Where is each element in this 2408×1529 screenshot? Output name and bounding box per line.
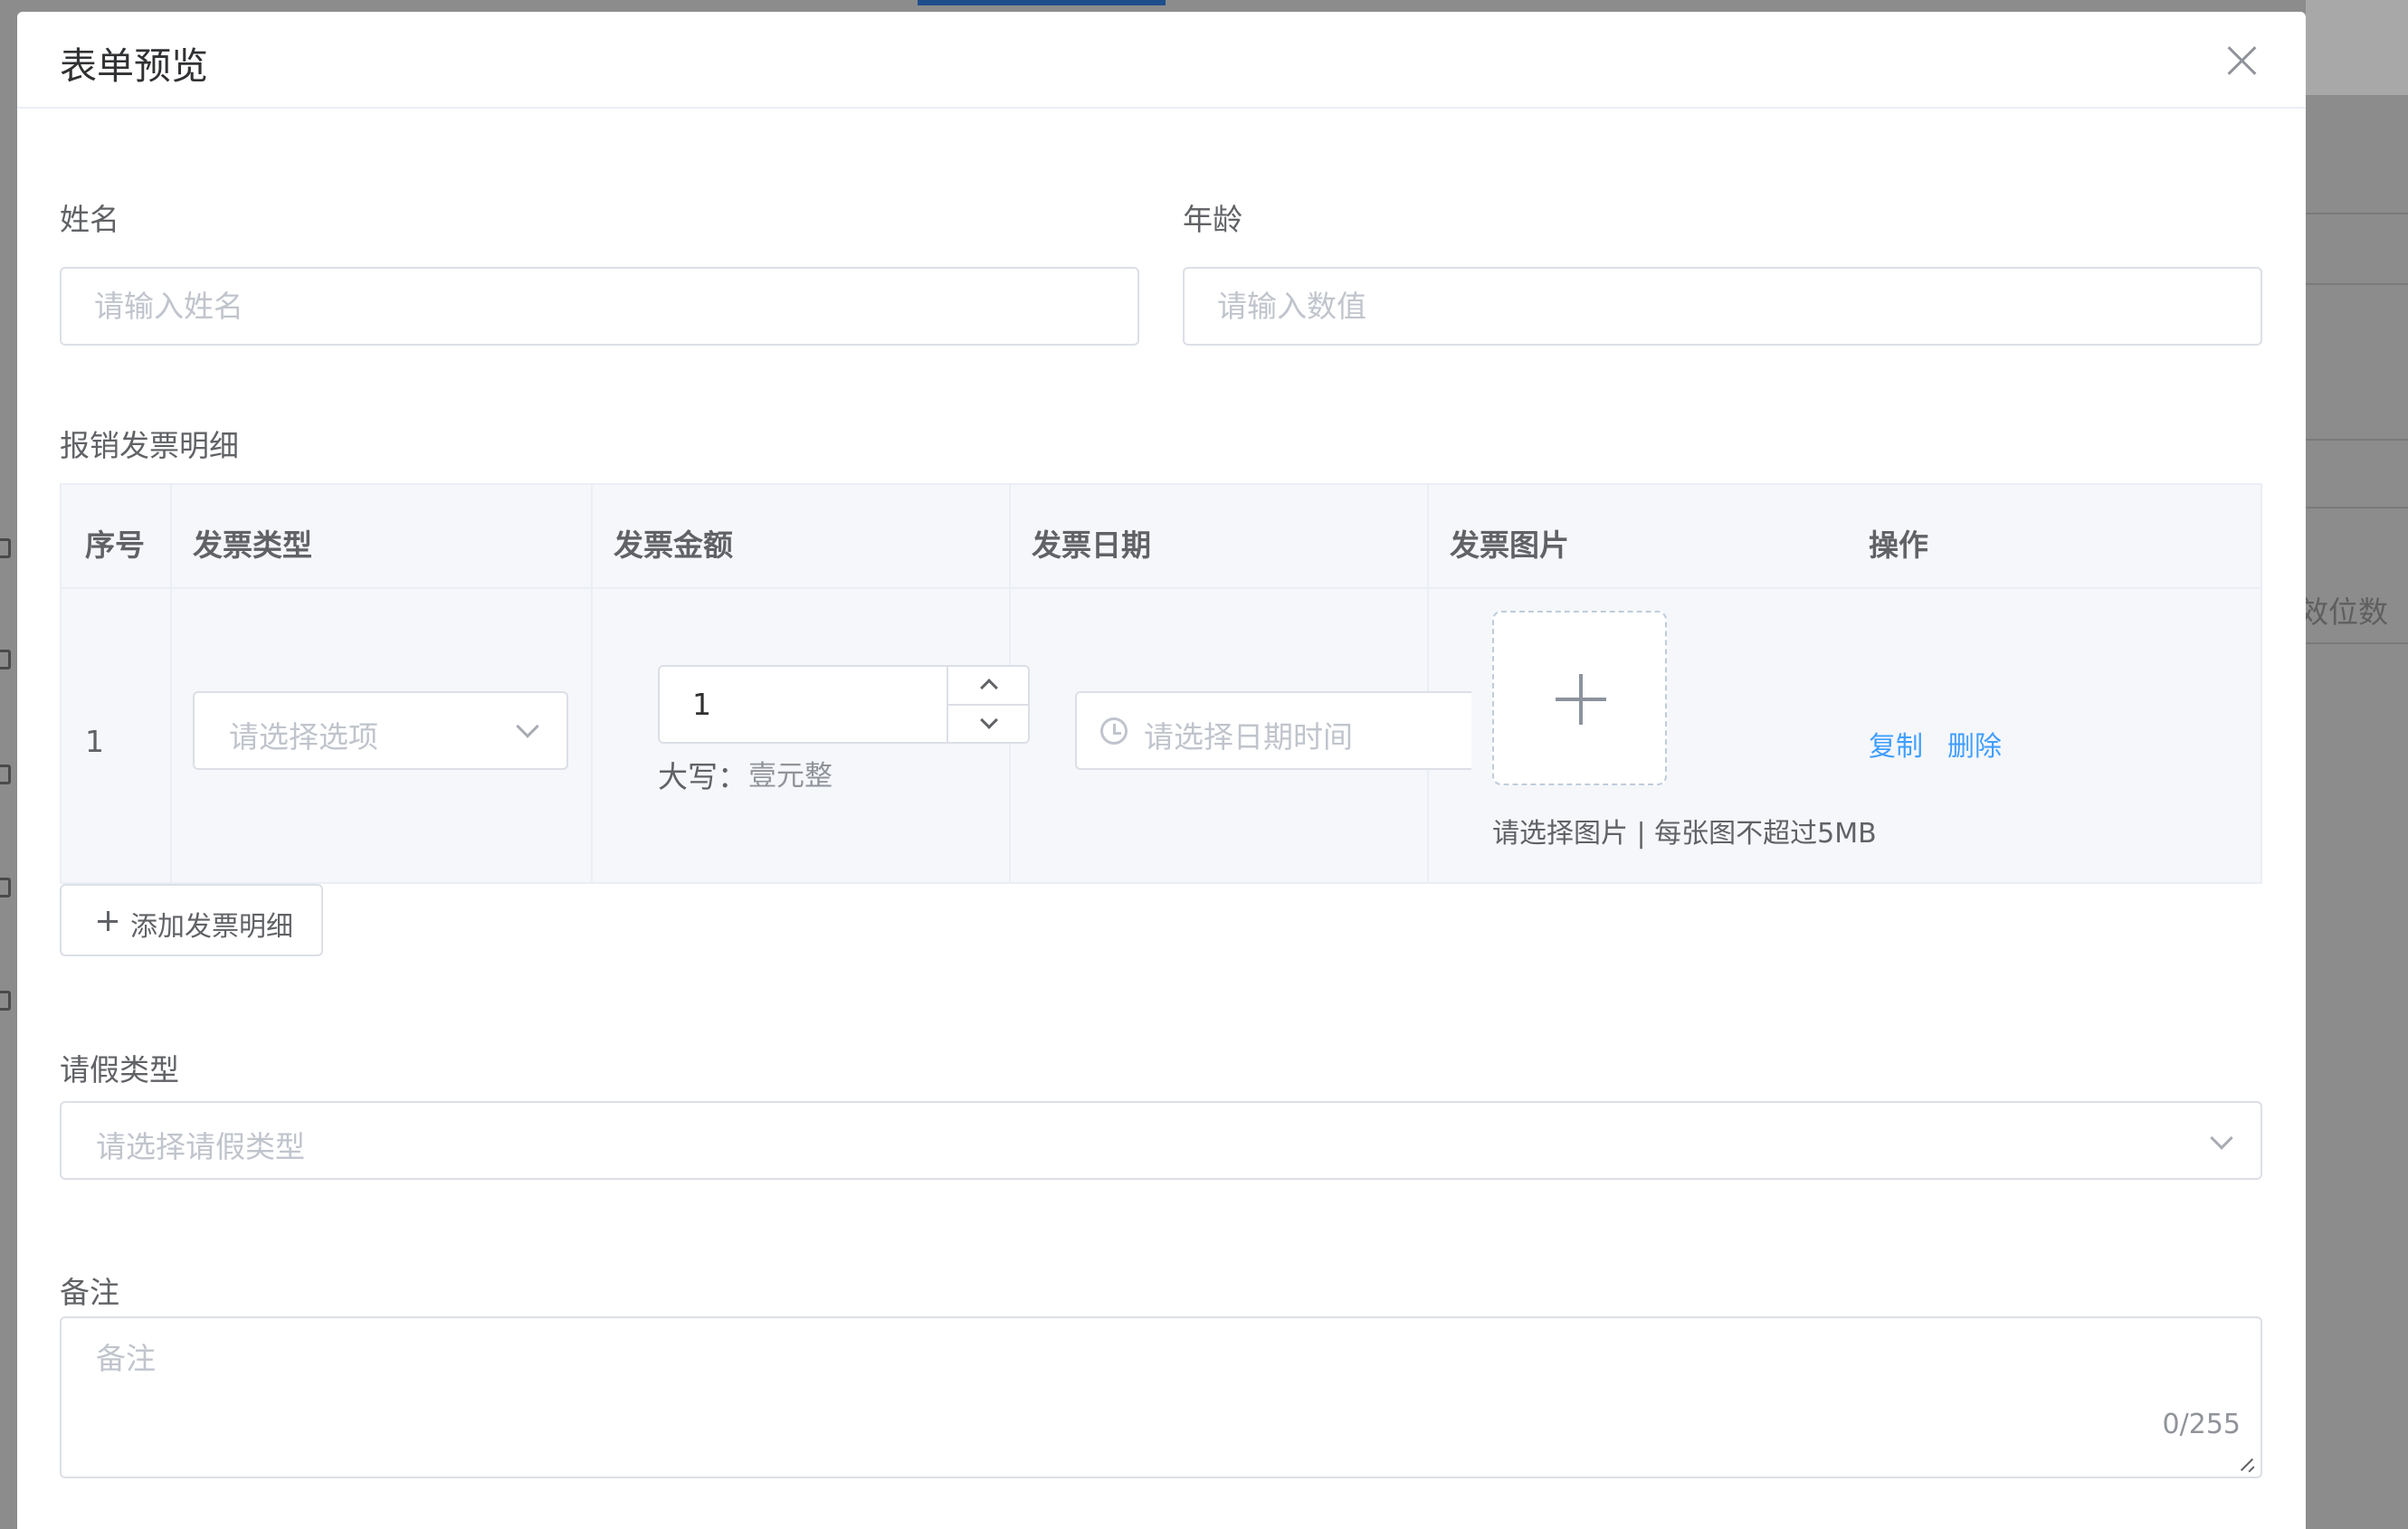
- background-sidebar-icon: [0, 538, 11, 558]
- stepper-divider: [948, 704, 1028, 706]
- header-invoice-type: 发票类型: [193, 527, 312, 563]
- invoice-amount-value: 1: [692, 687, 711, 722]
- upload-tip: 请选择图片 | 每张图不超过5MB: [1492, 818, 1877, 850]
- column-divider: [1427, 485, 1429, 882]
- copy-link[interactable]: 复制: [1869, 724, 1923, 764]
- invoice-type-placeholder: 请选择选项: [229, 719, 378, 755]
- column-divider: [170, 485, 172, 882]
- background-divider: [2306, 213, 2408, 214]
- header-index: 序号: [85, 527, 145, 563]
- remark-placeholder: 备注: [96, 1341, 156, 1376]
- background-header: [2306, 0, 2408, 95]
- column-divider: [591, 485, 593, 882]
- header-invoice-image: 发票图片: [1450, 527, 1569, 563]
- background-sidebar-icon: [0, 764, 11, 784]
- background-sidebar-icon: [0, 991, 11, 1011]
- invoice-type-select[interactable]: 请选择选项: [193, 691, 568, 770]
- background-divider: [2306, 283, 2408, 285]
- amount-uppercase-label: 大写：: [658, 759, 747, 794]
- clock-icon: [1100, 717, 1128, 745]
- delete-link[interactable]: 删除: [1947, 724, 2002, 764]
- leave-type-select[interactable]: 请选择请假类型: [60, 1101, 2262, 1180]
- chevron-down-icon: [516, 715, 539, 738]
- background-sidebar-icon: [0, 878, 11, 897]
- amount-uppercase-value: 壹元整: [748, 760, 833, 793]
- form-preview-dialog: 表单预览 姓名 年龄 报销发票明细 序号 发票类型 发票金额 发票日期 发票图片…: [17, 12, 2306, 1529]
- background-active-tab: [918, 0, 1166, 5]
- invoice-amount-stepper[interactable]: 1: [658, 665, 1030, 744]
- background-divider: [2306, 439, 2408, 441]
- stepper-controls: [947, 667, 1028, 742]
- plus-icon: [1556, 674, 1606, 725]
- age-input[interactable]: [1183, 267, 2262, 346]
- invoice-date-picker[interactable]: 请选择日期时间: [1075, 691, 1471, 770]
- add-invoice-label: 添加发票明细: [130, 911, 293, 943]
- invoice-table-header: [62, 485, 2260, 589]
- plus-icon: [98, 911, 118, 931]
- dialog-title: 表单预览: [60, 44, 208, 88]
- increment-icon[interactable]: [980, 679, 998, 697]
- close-icon[interactable]: [2226, 44, 2259, 77]
- name-label: 姓名: [60, 202, 119, 237]
- leave-type-placeholder: 请选择请假类型: [96, 1129, 305, 1164]
- background-sidebar-icon: [0, 650, 11, 670]
- invoice-table: 序号 发票类型 发票金额 发票日期 发票图片 操作 1 请选择选项 1 大写： …: [60, 483, 2262, 884]
- remark-char-counter: 0/255: [2162, 1409, 2241, 1440]
- dialog-header: 表单预览: [17, 12, 2306, 109]
- background-divider: [2306, 642, 2408, 644]
- chevron-down-icon: [2210, 1126, 2233, 1150]
- invoice-date-placeholder: 请选择日期时间: [1144, 719, 1353, 755]
- row-index: 1: [85, 724, 104, 759]
- resize-handle-icon[interactable]: [2241, 1457, 2255, 1471]
- header-actions: 操作: [1869, 527, 1928, 563]
- remark-textarea[interactable]: 备注 0/255: [60, 1316, 2262, 1478]
- name-input[interactable]: [60, 267, 1139, 346]
- header-invoice-amount: 发票金额: [614, 527, 733, 563]
- background-partial-text: 效位数: [2299, 594, 2388, 630]
- invoice-image-upload[interactable]: [1492, 611, 1667, 785]
- leave-type-label: 请假类型: [60, 1052, 179, 1087]
- remark-label: 备注: [60, 1275, 119, 1310]
- add-invoice-button[interactable]: 添加发票明细: [60, 884, 323, 956]
- invoice-section-label: 报销发票明细: [60, 428, 239, 463]
- decrement-icon[interactable]: [980, 711, 998, 729]
- background-divider: [2306, 507, 2408, 508]
- header-invoice-date: 发票日期: [1032, 527, 1151, 563]
- age-label: 年龄: [1183, 202, 1242, 237]
